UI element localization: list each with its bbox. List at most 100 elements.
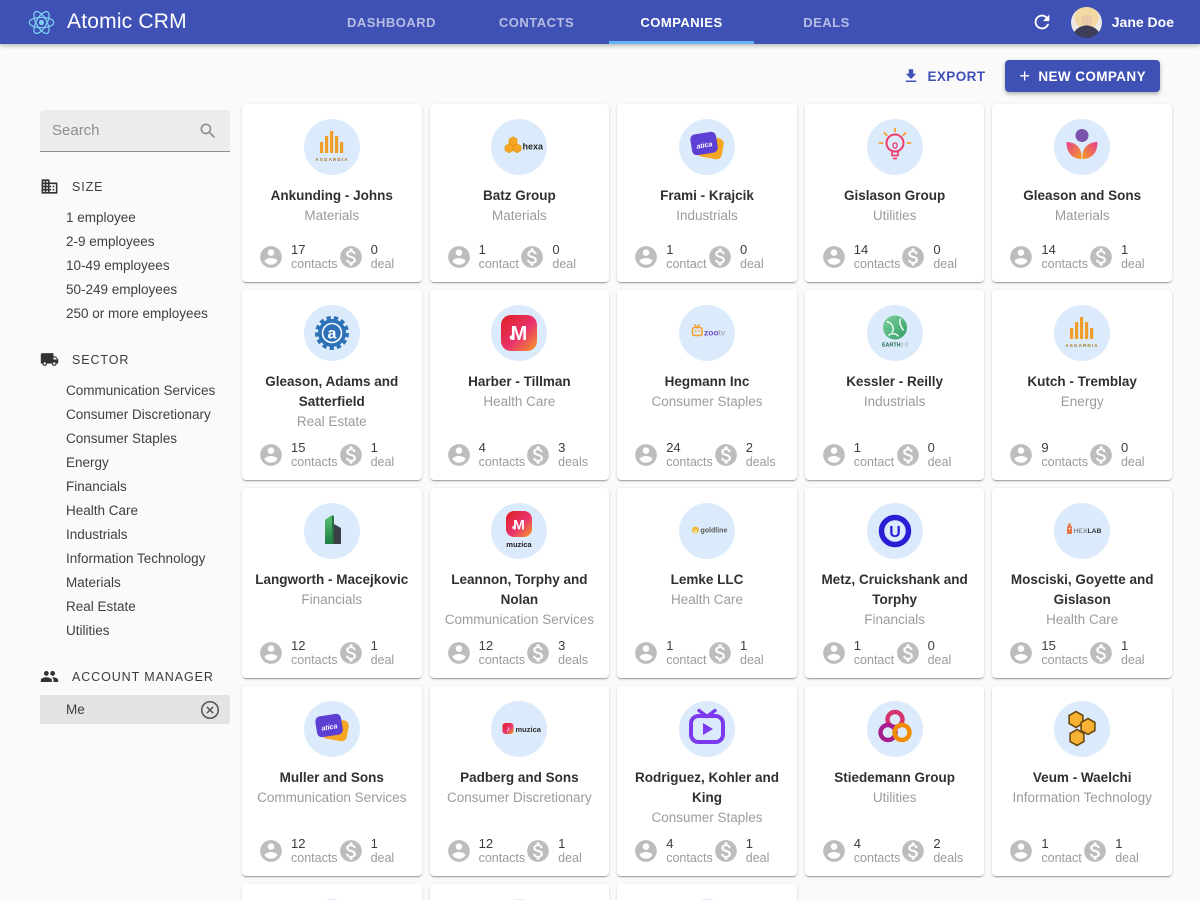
- company-name: Kessler - Reilly: [846, 372, 943, 392]
- company-card[interactable]: Stiedemann Group Utilities 4 contacts 2 …: [805, 686, 985, 876]
- company-card[interactable]: [617, 884, 797, 900]
- company-name: Metz, Cruickshank and Torphy: [815, 570, 975, 610]
- svg-text:M: M: [514, 517, 526, 533]
- dollar-icon: [525, 838, 551, 864]
- size-filter-250-or-more-employees[interactable]: 250 or more employees: [40, 301, 230, 325]
- sector-filter-materials[interactable]: Materials: [40, 570, 230, 594]
- list-toolbar: EXPORT + NEW COMPANY: [0, 44, 1200, 98]
- company-name: Gislason Group: [844, 186, 945, 206]
- contacts-label: contacts: [479, 653, 526, 668]
- company-card[interactable]: Rodriguez, Kohler and King Consumer Stap…: [617, 686, 797, 876]
- dollar-icon: [525, 442, 551, 468]
- company-name: Padberg and Sons: [460, 768, 579, 788]
- user-menu[interactable]: Jane Doe: [1071, 7, 1174, 38]
- person-icon: [1008, 244, 1034, 270]
- company-card[interactable]: Gislason Group Utilities 14 contacts 0 d…: [805, 104, 985, 282]
- company-card[interactable]: Gleason and Sons Materials 14 contacts 1…: [992, 104, 1172, 282]
- deals-label: deal: [740, 257, 764, 272]
- contacts-count: 9: [1041, 440, 1088, 455]
- deals-label: deal: [928, 455, 952, 470]
- company-name: Gleason, Adams and Satterfield: [252, 372, 412, 412]
- contacts-stat: 4 contacts: [446, 440, 526, 470]
- search-input[interactable]: [52, 122, 198, 139]
- company-logo: U: [867, 503, 923, 559]
- company-card[interactable]: ggoldline Lemke LLC Health Care 1 contac…: [617, 488, 797, 678]
- company-card[interactable]: Mmuzica Leannon, Torphy and Nolan Commun…: [430, 488, 610, 678]
- svg-text:g: g: [694, 528, 697, 533]
- company-card-footer: 14 contacts 0 deal: [813, 234, 977, 274]
- contacts-stat: 14 contacts: [821, 242, 901, 272]
- company-card[interactable]: HEXLAB Mosciski, Goyette and Gislason He…: [992, 488, 1172, 678]
- person-icon: [1008, 442, 1034, 468]
- sector-filter-real-estate[interactable]: Real Estate: [40, 594, 230, 618]
- company-card[interactable]: { }: [430, 884, 610, 900]
- company-card[interactable]: M Harber - Tillman Health Care 4 contact…: [430, 290, 610, 480]
- tab-deals[interactable]: DEALS: [754, 0, 899, 44]
- deals-stat: 3 deals: [525, 440, 593, 470]
- contacts-label: contact: [854, 653, 894, 668]
- company-logo: ♪muzica: [491, 701, 547, 757]
- sector-filter-consumer-staples[interactable]: Consumer Staples: [40, 426, 230, 450]
- deals-count: 1: [1115, 836, 1139, 851]
- company-name: Frami - Krajcik: [660, 186, 754, 206]
- company-name: Hegmann Inc: [665, 372, 750, 392]
- account-manager-selected-filter[interactable]: Me: [40, 695, 230, 724]
- company-card[interactable]: ASGARDIA Ankunding - Johns Materials 17 …: [242, 104, 422, 282]
- sector-filter-industrials[interactable]: Industrials: [40, 522, 230, 546]
- person-icon: [821, 442, 847, 468]
- content-area: SIZE 1 employee2-9 employees10-49 employ…: [0, 98, 1200, 900]
- company-card[interactable]: Veum - Waelchi Information Technology 1 …: [992, 686, 1172, 876]
- contacts-count: 1: [666, 242, 706, 257]
- tab-dashboard[interactable]: DASHBOARD: [319, 0, 464, 44]
- company-logo: [867, 701, 923, 757]
- deals-count: 0: [740, 242, 764, 257]
- main-nav-tabs: DASHBOARDCONTACTSCOMPANIESDEALS: [319, 0, 899, 44]
- size-filter-1-employee[interactable]: 1 employee: [40, 205, 230, 229]
- company-card[interactable]: EARTH2.0 Kessler - Reilly Industrials 1 …: [805, 290, 985, 480]
- sector-filter-communication-services[interactable]: Communication Services: [40, 378, 230, 402]
- search-box[interactable]: [40, 110, 230, 152]
- remove-filter-button[interactable]: [198, 698, 222, 722]
- person-icon: [821, 244, 847, 270]
- tab-companies[interactable]: COMPANIES: [609, 0, 754, 44]
- company-card[interactable]: atica Muller and Sons Communication Serv…: [242, 686, 422, 876]
- tab-contacts[interactable]: CONTACTS: [464, 0, 609, 44]
- sector-filter-consumer-discretionary[interactable]: Consumer Discretionary: [40, 402, 230, 426]
- contacts-count: 14: [1041, 242, 1088, 257]
- sector-filter-financials[interactable]: Financials: [40, 474, 230, 498]
- person-icon: [258, 838, 284, 864]
- size-filter-10-49-employees[interactable]: 10-49 employees: [40, 253, 230, 277]
- deals-count: 1: [558, 836, 582, 851]
- contacts-stat: 15 contacts: [258, 440, 338, 470]
- company-name: Rodriguez, Kohler and King: [627, 768, 787, 808]
- size-filter-50-249-employees[interactable]: 50-249 employees: [40, 277, 230, 301]
- export-button[interactable]: EXPORT: [902, 67, 986, 85]
- refresh-button[interactable]: [1029, 9, 1055, 35]
- contacts-count: 17: [291, 242, 338, 257]
- size-filter-2-9-employees[interactable]: 2-9 employees: [40, 229, 230, 253]
- company-card[interactable]: zootv Hegmann Inc Consumer Staples 24 co…: [617, 290, 797, 480]
- svg-text:EARTH2.0: EARTH2.0: [882, 343, 908, 349]
- deals-stat: 1 deal: [1088, 638, 1156, 668]
- company-card[interactable]: [242, 884, 422, 900]
- company-card[interactable]: U Metz, Cruickshank and Torphy Financial…: [805, 488, 985, 678]
- company-sector: Health Care: [483, 392, 555, 412]
- deals-label: deal: [933, 257, 957, 272]
- company-logo: ASGARDIA: [1054, 305, 1110, 361]
- sector-filter-health-care[interactable]: Health Care: [40, 498, 230, 522]
- company-card[interactable]: a Gleason, Adams and Satterfield Real Es…: [242, 290, 422, 480]
- new-company-button[interactable]: + NEW COMPANY: [1005, 60, 1160, 92]
- company-card-footer: 17 contacts 0 deal: [250, 234, 414, 274]
- company-card[interactable]: ASGARDIA Kutch - Tremblay Energy 9 conta…: [992, 290, 1172, 480]
- deals-label: deals: [558, 455, 588, 470]
- company-card[interactable]: Langworth - Macejkovic Financials 12 con…: [242, 488, 422, 678]
- deals-count: 2: [746, 440, 776, 455]
- company-card[interactable]: atica Frami - Krajcik Industrials 1 cont…: [617, 104, 797, 282]
- sector-filter-energy[interactable]: Energy: [40, 450, 230, 474]
- sector-filter-information-technology[interactable]: Information Technology: [40, 546, 230, 570]
- company-card[interactable]: ♪muzica Padberg and Sons Consumer Discre…: [430, 686, 610, 876]
- deals-label: deals: [558, 653, 588, 668]
- sector-filter-utilities[interactable]: Utilities: [40, 618, 230, 642]
- company-card[interactable]: hexa Batz Group Materials 1 contact 0 de…: [430, 104, 610, 282]
- contacts-stat: 1 contact: [821, 638, 895, 668]
